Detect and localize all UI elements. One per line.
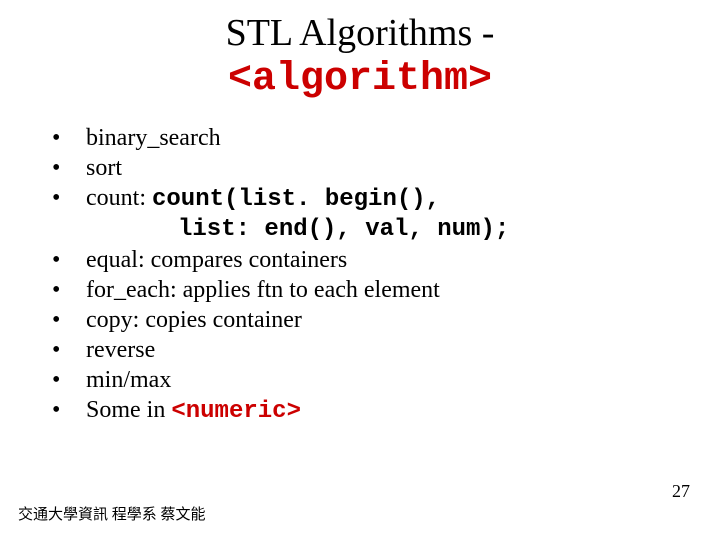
list-item: • binary_search [48, 123, 720, 153]
numeric-prefix: Some in [86, 397, 171, 423]
count-code-line1: count(list. begin(), [152, 186, 440, 213]
bullet-dot: • [48, 123, 86, 153]
list-item: • equal: compares containers [48, 245, 720, 275]
list-item: • count: count(list. begin(), [48, 183, 720, 215]
count-prefix: count: [86, 185, 152, 211]
bullet-text: Some in <numeric> [86, 395, 720, 427]
bullet-dot: • [48, 275, 86, 305]
bullet-text: binary_search [86, 123, 720, 153]
bullet-text: for_each: applies ftn to each element [86, 275, 720, 305]
bullet-dot: • [48, 305, 86, 335]
page-number: 27 [672, 481, 690, 502]
list-item: • copy: copies container [48, 305, 720, 335]
bullet-dot: • [48, 153, 86, 183]
title-line1: STL Algorithms - [226, 12, 495, 54]
bullet-text: count: count(list. begin(), [86, 183, 720, 215]
bullet-text: min/max [86, 365, 720, 395]
bullet-dot: • [48, 245, 86, 275]
count-code-line2: list: end(), val, num); [178, 215, 720, 245]
bullet-text: sort [86, 153, 720, 183]
numeric-code: <numeric> [171, 398, 301, 425]
slide-title: STL Algorithms - <algorithm> [0, 0, 720, 103]
list-item: • for_each: applies ftn to each element [48, 275, 720, 305]
bullet-dot: • [48, 335, 86, 365]
list-item: • reverse [48, 335, 720, 365]
bullet-dot: • [48, 365, 86, 395]
bullet-dot: • [48, 183, 86, 213]
bullet-dot: • [48, 395, 86, 425]
bullet-text: reverse [86, 335, 720, 365]
bullet-text: copy: copies container [86, 305, 720, 335]
list-item: • sort [48, 153, 720, 183]
list-item: • min/max [48, 365, 720, 395]
slide: STL Algorithms - <algorithm> • binary_se… [0, 0, 720, 540]
title-line2-code: <algorithm> [228, 57, 492, 102]
bullet-list: • binary_search • sort • count: count(li… [48, 123, 720, 427]
list-item: • Some in <numeric> [48, 395, 720, 427]
bullet-text: equal: compares containers [86, 245, 720, 275]
footer-credit: 交通大學資訊 程學系 蔡文能 [18, 503, 206, 524]
